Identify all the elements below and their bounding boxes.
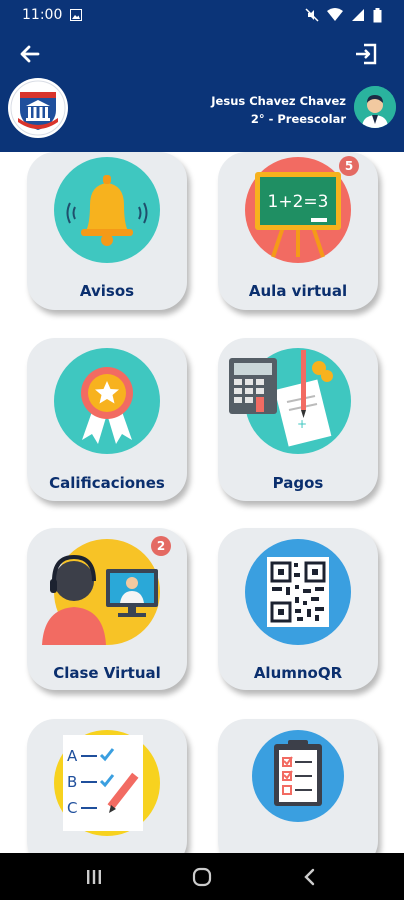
calculator-bills-icon: + (229, 350, 333, 447)
user-name: Jesus Chavez Chavez (211, 94, 346, 108)
status-bar: 11:00 (0, 0, 404, 30)
chalkboard-icon-circle: 1+2=3 (245, 157, 351, 263)
tile-clase-virtual[interactable]: 2 Clase Virtual (27, 528, 187, 690)
svg-text:+: + (297, 417, 307, 431)
bell-icon (66, 175, 148, 246)
tile-examenes[interactable]: A B C (27, 719, 187, 853)
tile-label: Avisos (79, 282, 135, 300)
back-nav-icon[interactable] (300, 867, 320, 887)
tile-calificaciones[interactable]: Calificaciones (27, 338, 187, 501)
clipboard-icon (274, 740, 322, 806)
award-icon-circle (54, 348, 160, 454)
app-header: Jesus Chavez Chavez 2° - Preescolar (0, 30, 404, 152)
logout-icon[interactable] (352, 40, 380, 68)
video-call-icon-circle (42, 539, 160, 645)
tile-label: Aula virtual (248, 282, 348, 300)
wifi-icon (327, 8, 343, 21)
test-checklist-icon: A B C (63, 735, 143, 831)
student-avatar-icon (354, 86, 396, 128)
award-ribbon-icon (81, 367, 133, 444)
school-logo (8, 78, 68, 138)
tile-label: Clase Virtual (53, 664, 161, 682)
avatar[interactable] (354, 86, 396, 128)
notification-badge: 5 (339, 156, 359, 176)
user-grade: 2° - Preescolar (250, 112, 346, 126)
chalkboard-icon: 1+2=3 (255, 172, 341, 258)
signal-icon (352, 9, 364, 21)
tile-aula-virtual[interactable]: 1+2=3 5 Aula virtual (218, 152, 378, 310)
menu-grid: Avisos 1+2=3 5 Aula virtual Calificacion… (0, 152, 404, 853)
status-right (305, 7, 382, 23)
tile-pagos[interactable]: + Pagos (218, 338, 378, 501)
status-time: 11:00 (22, 7, 63, 23)
pagos-icon-circle: + (229, 348, 351, 454)
option-a: A (67, 747, 78, 765)
bell-icon-circle (54, 157, 160, 263)
home-icon[interactable] (191, 866, 213, 888)
back-arrow-icon[interactable] (16, 40, 44, 68)
test-icon-circle: A B C (54, 730, 160, 836)
tile-label: Pagos (272, 474, 324, 492)
video-call-icon (42, 554, 158, 645)
school-shield-icon (10, 80, 66, 136)
clipboard-icon-circle (252, 730, 344, 822)
tile-alumnoqr[interactable]: AlumnoQR (218, 528, 378, 690)
qr-icon-circle (245, 539, 351, 645)
notification-badge: 2 (151, 536, 171, 556)
system-nav-bar (0, 853, 404, 900)
tile-label: Calificaciones (49, 474, 165, 492)
tile-avisos[interactable]: Avisos (27, 152, 187, 310)
option-c: C (67, 799, 77, 817)
status-left: 11:00 (22, 7, 83, 23)
tile-label: AlumnoQR (253, 664, 343, 682)
tile-tareas[interactable] (218, 719, 378, 853)
image-icon (70, 9, 83, 21)
mute-icon (305, 8, 319, 22)
recents-icon[interactable] (84, 867, 104, 887)
board-equation: 1+2=3 (268, 192, 329, 212)
user-info: Jesus Chavez Chavez 2° - Preescolar (211, 92, 346, 128)
option-b: B (67, 773, 77, 791)
qr-code-icon (267, 557, 329, 627)
battery-icon (373, 7, 382, 22)
